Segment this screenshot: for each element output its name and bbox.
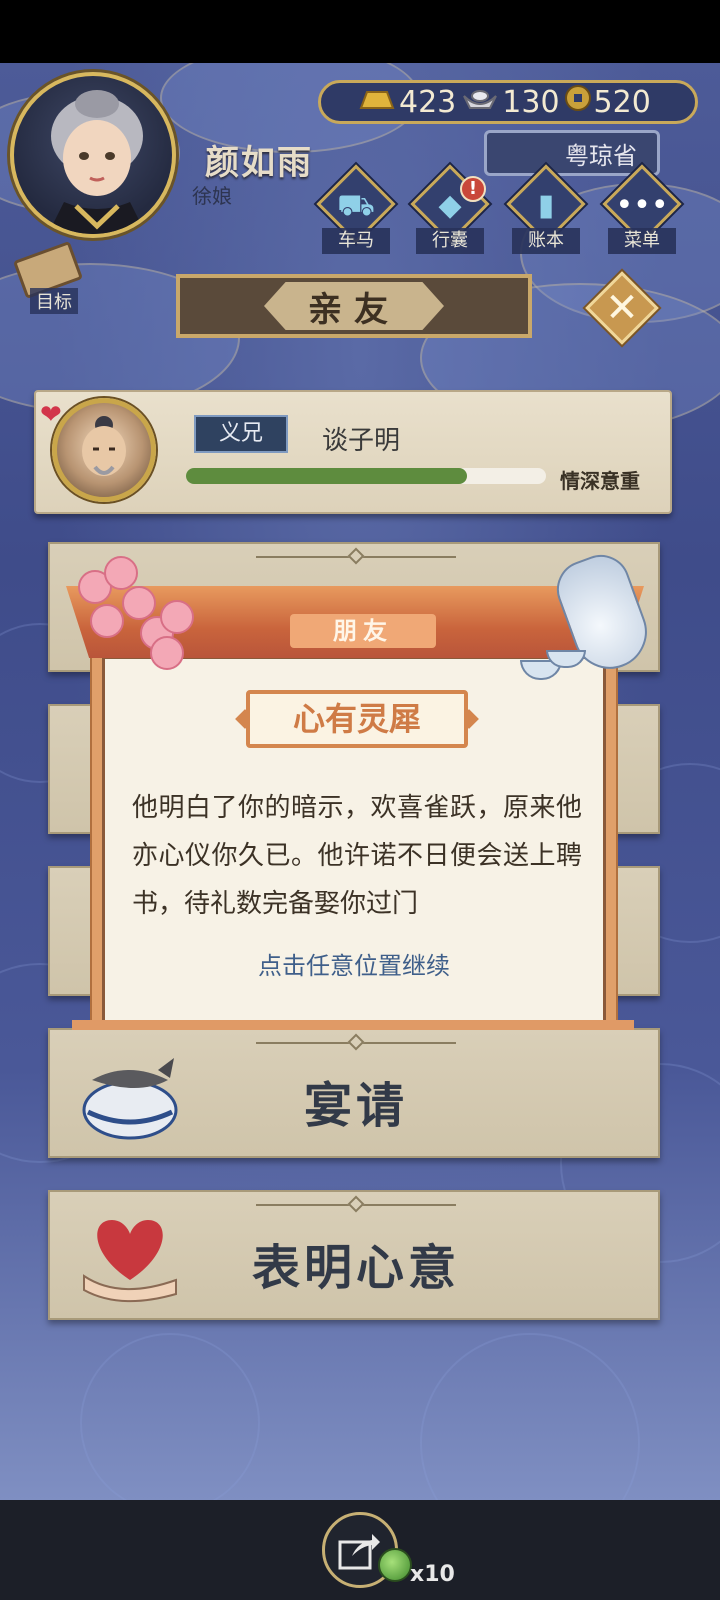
modal-category-tag: 朋友: [290, 614, 436, 648]
share-icon: [338, 1534, 380, 1570]
target-label[interactable]: 目标: [30, 288, 78, 314]
currency-bar: 423 130 520: [318, 80, 698, 124]
banquet-label: 宴请: [303, 1078, 408, 1134]
relation-tag: 义兄: [194, 415, 288, 453]
gold-value: 423: [399, 84, 457, 120]
carriage-button[interactable]: ⛟ 车马: [316, 164, 396, 266]
coin-value: 520: [593, 84, 651, 120]
gold-currency: 423: [357, 85, 456, 120]
player-title: 徐娘: [192, 184, 232, 208]
close-icon: ✕: [605, 285, 639, 331]
menu-label: 菜单: [608, 228, 676, 254]
share-count: x10: [410, 1562, 455, 1587]
carriage-icon: ⛟: [337, 188, 375, 223]
carriage-label: 车马: [322, 228, 390, 254]
province-badge[interactable]: 粤琼省: [484, 130, 660, 176]
copper-coin-icon: [564, 84, 592, 120]
player-portrait-icon: [48, 90, 146, 234]
bond-progress-fill: [186, 468, 467, 484]
confess-label: 表明心意: [251, 1240, 460, 1296]
modal-title: 心有灵犀: [246, 690, 468, 748]
bond-level-label: 情深意重: [560, 469, 640, 493]
friend-name: 谈子明: [322, 426, 401, 456]
player-avatar[interactable]: [10, 72, 176, 238]
ledger-icon: ▮: [537, 188, 555, 223]
frog-token-icon: [378, 1548, 412, 1582]
continue-hint[interactable]: 点击任意位置继续: [102, 946, 606, 981]
coin-currency: 520: [564, 84, 651, 120]
confess-button[interactable]: 表明心意: [48, 1190, 660, 1320]
ledger-label: 账本: [512, 228, 580, 254]
silver-currency: 130: [460, 84, 560, 120]
ledger-button[interactable]: ▮ 账本: [506, 164, 586, 266]
modal-bottom-trim: [72, 1020, 634, 1030]
silver-value: 130: [502, 84, 560, 120]
modal-message: 他明白了你的暗示，欢喜雀跃，原来他亦心仪你久已。他许诺不日便会送上聘书，待礼数完…: [132, 793, 582, 919]
bag-alert-icon: !: [460, 176, 486, 202]
more-dots-icon: •••: [615, 188, 669, 223]
status-bar: [0, 0, 720, 63]
page-title: 亲友: [308, 289, 400, 330]
page-banner: 亲友: [176, 274, 532, 338]
heart-icon: ❤: [40, 400, 62, 430]
silver-ingot-icon: [460, 85, 500, 120]
menu-button[interactable]: ••• 菜单: [602, 164, 682, 266]
bag-label: 行囊: [416, 228, 484, 254]
banquet-button[interactable]: 宴请: [48, 1028, 660, 1158]
province-label: 粤琼省: [565, 141, 637, 170]
gold-ingot-icon: [357, 85, 397, 120]
player-name: 颜如雨: [205, 143, 313, 183]
friend-avatar[interactable]: [52, 398, 156, 502]
friend-portrait-icon: [82, 416, 126, 476]
